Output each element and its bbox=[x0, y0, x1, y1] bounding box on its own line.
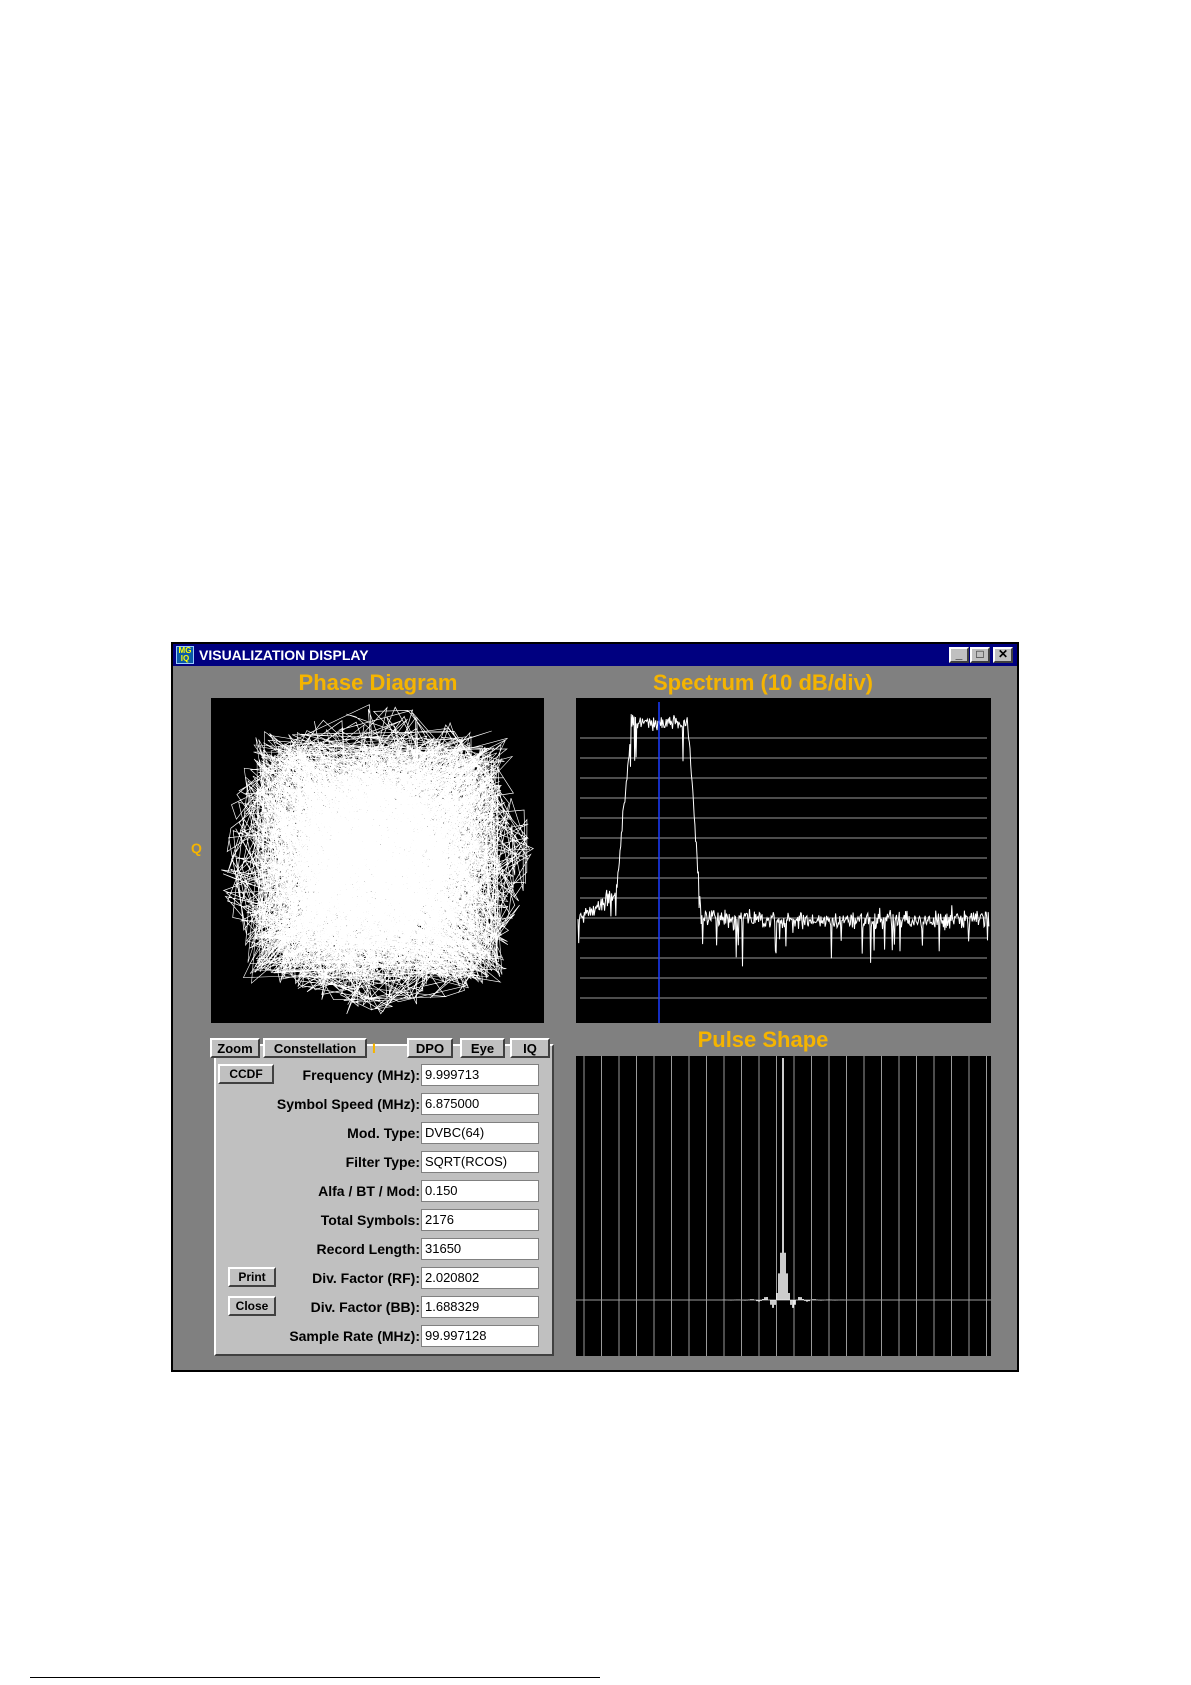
total-symbols-field[interactable]: 2176 bbox=[421, 1209, 539, 1231]
param-label: Frequency (MHz): bbox=[302, 1067, 420, 1083]
title-bar[interactable]: MG IQ VISUALIZATION DISPLAY _ □ ✕ bbox=[173, 644, 1017, 666]
zoom-button[interactable]: Zoom bbox=[210, 1038, 260, 1058]
constellation-button[interactable]: Constellation bbox=[263, 1038, 367, 1058]
div-factor-rf-field[interactable]: 2.020802 bbox=[421, 1267, 539, 1289]
param-label: Div. Factor (BB): bbox=[310, 1299, 420, 1315]
app-icon: MG IQ bbox=[176, 646, 194, 664]
pulse-shape-plot bbox=[576, 1056, 991, 1356]
filter-type-field[interactable]: SQRT(RCOS) bbox=[421, 1151, 539, 1173]
symbol-speed-field[interactable]: 6.875000 bbox=[421, 1093, 539, 1115]
param-label: Sample Rate (MHz): bbox=[289, 1328, 420, 1344]
param-row: Filter Type: SQRT(RCOS) bbox=[214, 1151, 550, 1175]
spectrum-title: Spectrum (10 dB/div) bbox=[652, 670, 874, 695]
param-label: Alfa / BT / Mod: bbox=[318, 1183, 420, 1199]
iq-button[interactable]: IQ bbox=[510, 1038, 550, 1058]
sample-rate-field[interactable]: 99.997128 bbox=[421, 1325, 539, 1347]
ccdf-button[interactable]: CCDF bbox=[218, 1064, 274, 1084]
footer-rule bbox=[30, 1677, 600, 1678]
i-axis-label: I bbox=[372, 1040, 376, 1056]
dpo-button[interactable]: DPO bbox=[407, 1038, 453, 1058]
phase-diagram-plot bbox=[211, 698, 544, 1023]
param-label: Record Length: bbox=[316, 1241, 420, 1257]
param-row: Alfa / BT / Mod: 0.150 bbox=[214, 1180, 550, 1204]
minimize-button[interactable]: _ bbox=[949, 647, 969, 663]
param-label: Filter Type: bbox=[345, 1154, 420, 1170]
div-factor-bb-field[interactable]: 1.688329 bbox=[421, 1296, 539, 1318]
window-title: VISUALIZATION DISPLAY bbox=[199, 647, 369, 663]
phase-diagram-title: Phase Diagram bbox=[298, 670, 458, 695]
record-length-field[interactable]: 31650 bbox=[421, 1238, 539, 1260]
alfa-bt-mod-field[interactable]: 0.150 bbox=[421, 1180, 539, 1202]
param-row: Total Symbols: 2176 bbox=[214, 1209, 550, 1233]
mod-type-field[interactable]: DVBC(64) bbox=[421, 1122, 539, 1144]
param-row: Sample Rate (MHz): 99.997128 bbox=[214, 1325, 550, 1349]
param-row: Symbol Speed (MHz): 6.875000 bbox=[214, 1093, 550, 1117]
close-window-button[interactable]: ✕ bbox=[993, 647, 1013, 663]
pulse-shape-title: Pulse Shape bbox=[697, 1027, 829, 1052]
parameter-rows: Frequency (MHz): 9.999713 Symbol Speed (… bbox=[214, 1064, 550, 1364]
close-button[interactable]: Close bbox=[228, 1296, 276, 1316]
frequency-field[interactable]: 9.999713 bbox=[421, 1064, 539, 1086]
print-button[interactable]: Print bbox=[228, 1267, 276, 1287]
spectrum-trace bbox=[577, 714, 990, 967]
param-label: Total Symbols: bbox=[320, 1212, 420, 1228]
param-row: Record Length: 31650 bbox=[214, 1238, 550, 1262]
param-row: Mod. Type: DVBC(64) bbox=[214, 1122, 550, 1146]
param-label: Div. Factor (RF): bbox=[312, 1270, 420, 1286]
spectrum-plot bbox=[576, 698, 991, 1023]
eye-button[interactable]: Eye bbox=[460, 1038, 505, 1058]
maximize-button[interactable]: □ bbox=[970, 647, 990, 663]
param-label: Mod. Type: bbox=[347, 1125, 420, 1141]
param-label: Symbol Speed (MHz): bbox=[276, 1096, 420, 1112]
q-axis-label: Q bbox=[191, 840, 202, 856]
